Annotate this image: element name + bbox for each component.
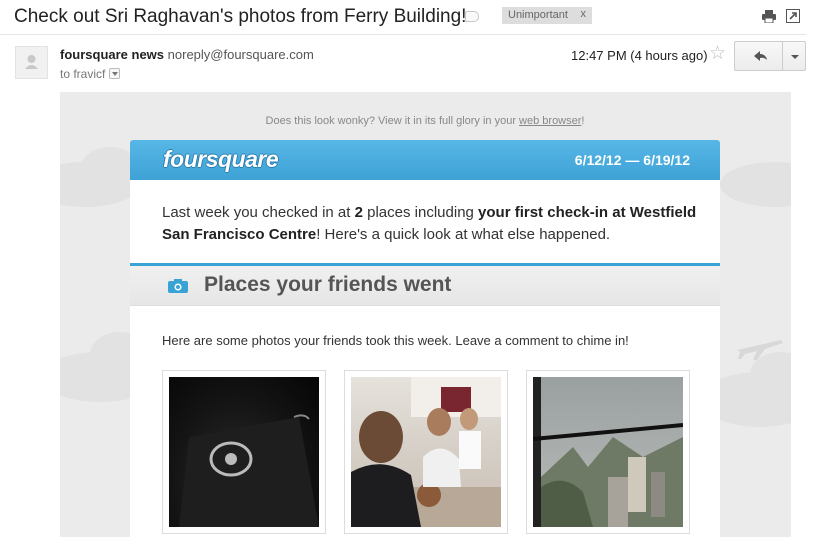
- recipient-text: to fravicf: [60, 67, 106, 81]
- photo-1: [169, 377, 319, 527]
- camera-icon: [168, 279, 188, 293]
- label-text: Unimportant: [508, 9, 568, 21]
- label-icon[interactable]: [465, 11, 479, 22]
- photo-2-graphic: [351, 377, 501, 527]
- header-divider: [0, 34, 806, 35]
- view-in-browser-line: Does this look wonky? View it in its ful…: [130, 115, 720, 127]
- photo-3-graphic: [533, 377, 683, 527]
- photo-2: [351, 377, 501, 527]
- timestamp: 12:47 PM (4 hours ago): [571, 48, 708, 63]
- star-icon[interactable]: ☆: [709, 44, 726, 63]
- section-title: Places your friends went: [204, 273, 452, 296]
- show-details-button[interactable]: [109, 68, 121, 79]
- intro-part-2: places including: [362, 204, 479, 221]
- sender-email: noreply@foursquare.com: [167, 47, 314, 62]
- sender: foursquare news noreply@foursquare.com: [60, 47, 314, 62]
- label-unimportant[interactable]: Unimportant x: [502, 7, 592, 24]
- reply-icon: [754, 51, 767, 61]
- newsletter-header: foursquare 6/12/12 — 6/19/12: [130, 140, 720, 180]
- photo-1-graphic: [179, 414, 319, 527]
- email-subject: Check out Sri Raghavan's photos from Fer…: [14, 6, 467, 27]
- wonky-suffix: !: [581, 115, 585, 127]
- photo-card-1[interactable]: [162, 370, 326, 534]
- photo-card-3[interactable]: [526, 370, 690, 534]
- airplane-icon: [737, 340, 783, 360]
- foursquare-logo[interactable]: foursquare: [163, 146, 279, 173]
- date-range: 6/12/12 — 6/19/12: [574, 152, 690, 168]
- intro-part-3: ! Here's a quick look at what else happe…: [316, 226, 611, 243]
- cloud-decoration: [720, 162, 791, 207]
- print-icon[interactable]: [762, 10, 776, 23]
- wonky-prefix: Does this look wonky? View it in its ful…: [265, 115, 520, 127]
- photo-3: [533, 377, 683, 527]
- avatar[interactable]: [15, 46, 48, 79]
- intro-text: Last week you checked in at 2 places inc…: [162, 202, 702, 246]
- avatar-icon: [25, 55, 38, 69]
- new-window-icon[interactable]: [786, 9, 800, 23]
- remove-label-button[interactable]: x: [581, 8, 587, 20]
- more-actions-button[interactable]: [782, 41, 806, 71]
- intro-count: 2: [354, 204, 363, 221]
- sender-name[interactable]: foursquare news: [60, 47, 164, 62]
- intro-part-1: Last week you checked in at: [162, 204, 355, 221]
- web-browser-link[interactable]: web browser: [519, 115, 581, 127]
- reply-button[interactable]: [734, 41, 783, 71]
- photos-intro: Here are some photos your friends took t…: [162, 333, 629, 348]
- recipient-line: to fravicf: [60, 67, 121, 81]
- photo-card-2[interactable]: [344, 370, 508, 534]
- subject-bar: Check out Sri Raghavan's photos from Fer…: [0, 0, 824, 34]
